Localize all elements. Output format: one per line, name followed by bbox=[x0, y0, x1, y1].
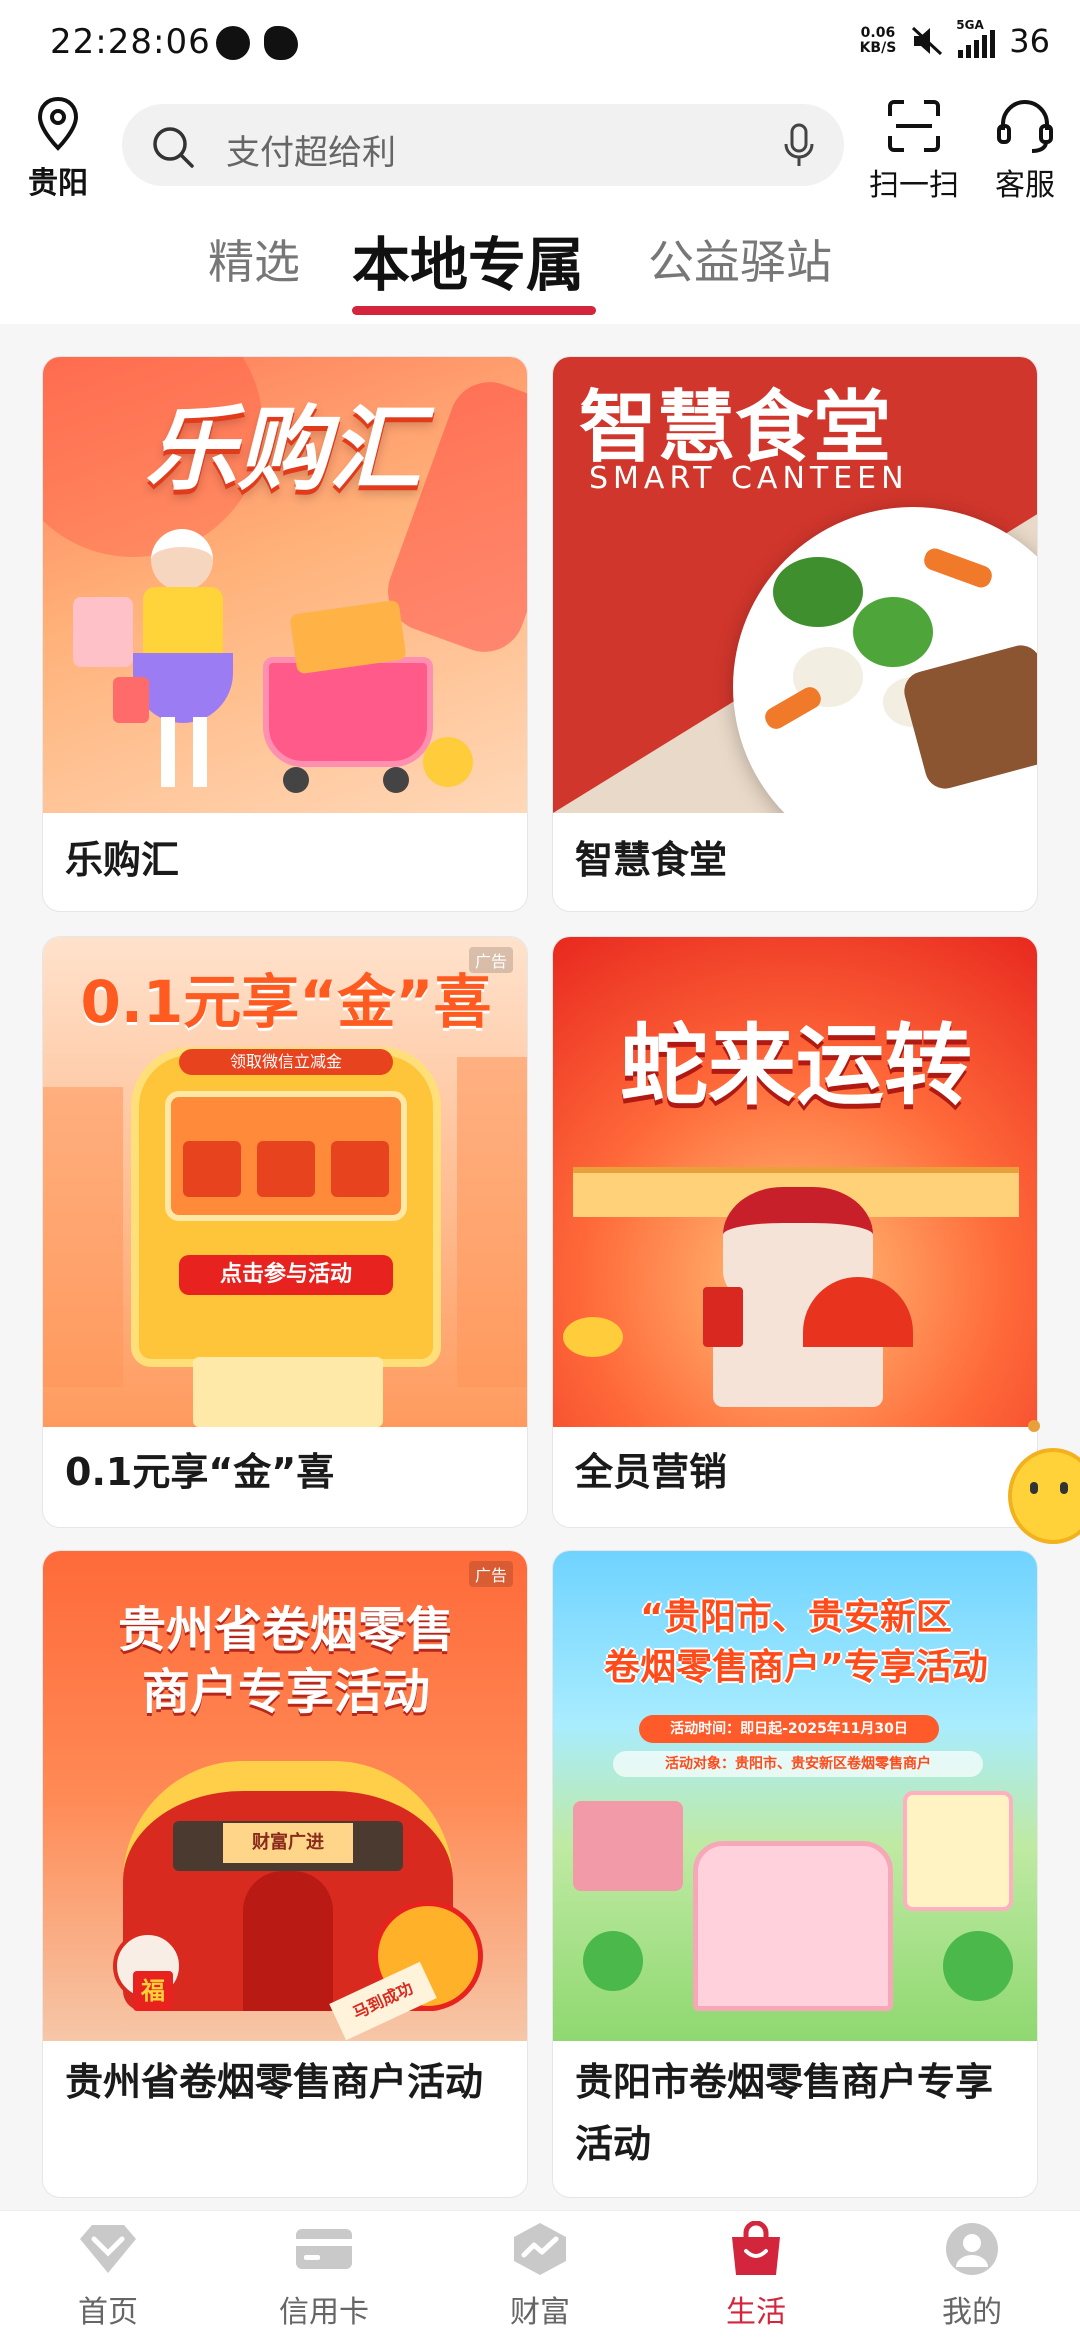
card-title: 全员营销 bbox=[575, 1450, 728, 1494]
nav-wealth[interactable]: 财富 bbox=[470, 2221, 610, 2331]
card-banner: 乐购汇 bbox=[43, 357, 527, 813]
headset-icon bbox=[997, 100, 1053, 153]
card-title: 0.1元享“金”喜 bbox=[65, 1450, 335, 1494]
banner-title: 蛇来运转 bbox=[619, 1014, 972, 1117]
top-header: 贵阳 支付超给利 扫一扫 客服 bbox=[0, 92, 1080, 214]
banner-subtitle: SMART CANTEEN bbox=[589, 461, 909, 496]
mute-icon bbox=[912, 26, 943, 56]
location-pin-icon bbox=[37, 96, 79, 151]
credit-card-icon bbox=[296, 2229, 352, 2269]
shopping-bag-icon bbox=[732, 2220, 780, 2275]
wealth-chart-icon bbox=[514, 2223, 566, 2275]
nav-profile[interactable]: 我的 bbox=[902, 2221, 1042, 2331]
machine-label: 领取微信立减金 bbox=[179, 1049, 393, 1075]
red-envelope-icon bbox=[703, 1287, 743, 1347]
tab-featured[interactable]: 精选 bbox=[208, 226, 300, 292]
card-title: 贵阳市卷烟零售商户专享活动 bbox=[575, 2060, 994, 2166]
service-label: 客服 bbox=[995, 168, 1055, 203]
battery-level: 36 bbox=[1009, 22, 1050, 60]
floating-mascot[interactable] bbox=[1008, 1420, 1080, 1560]
signal-icon: 5GA bbox=[956, 18, 996, 58]
status-bar: 22:28:06 0.06 KB/S 5GA 36 bbox=[0, 0, 1080, 92]
scan-button[interactable]: 扫一扫 bbox=[866, 98, 962, 204]
card-title: 乐购汇 bbox=[65, 838, 180, 882]
card-smart-canteen[interactable]: 智慧食堂 SMART CANTEEN 智慧食堂 bbox=[552, 356, 1038, 912]
card-banner: 蛇来运转 bbox=[553, 937, 1037, 1427]
diamond-home-icon bbox=[80, 2225, 136, 2273]
nav-home-label: 首页 bbox=[78, 2295, 138, 2330]
network-speed: 0.06 KB/S bbox=[859, 25, 897, 56]
category-tabs: 精选 本地专属 公益驿站 bbox=[0, 214, 1080, 324]
shopping-cart-icon bbox=[263, 657, 433, 767]
tab-public-welfare[interactable]: 公益驿站 bbox=[648, 226, 832, 292]
banner-title: 0.1元享“金”喜 bbox=[80, 968, 492, 1036]
card-banner: 广告 0.1元享“金”喜 领取微信立减金 点击参与活动 bbox=[43, 937, 527, 1427]
activity-time: 活动时间：即日起-2025年11月30日 bbox=[639, 1715, 939, 1743]
nav-wealth-label: 财富 bbox=[510, 2295, 570, 2330]
banner-title: 贵州省卷烟零售 商户专享活动 bbox=[117, 1602, 454, 1720]
active-tab-indicator bbox=[352, 306, 596, 315]
nav-home[interactable]: 首页 bbox=[38, 2221, 178, 2331]
nav-credit-card-label: 信用卡 bbox=[279, 2295, 369, 2330]
nav-profile-label: 我的 bbox=[942, 2295, 1002, 2330]
card-banner: 智慧食堂 SMART CANTEEN bbox=[553, 357, 1037, 813]
customer-service-button[interactable]: 客服 bbox=[982, 98, 1068, 204]
gift-icon bbox=[331, 1141, 389, 1197]
nav-life-label: 生活 bbox=[726, 2295, 786, 2330]
card-title: 智慧食堂 bbox=[575, 838, 728, 882]
card-guizhou-tobacco[interactable]: 广告 贵州省卷烟零售 商户专享活动 财富广进 福 马到成功 贵州省卷烟零售商户活… bbox=[42, 1550, 528, 2198]
microphone-icon[interactable] bbox=[782, 122, 816, 170]
search-icon bbox=[153, 127, 194, 168]
nav-life[interactable]: 生活 bbox=[686, 2220, 826, 2331]
search-placeholder: 支付超给利 bbox=[226, 133, 396, 173]
activity-target: 活动对象：贵阳市、贵安新区卷烟零售商户 bbox=[613, 1751, 983, 1777]
slot-machine: 领取微信立减金 点击参与活动 bbox=[131, 1047, 441, 1367]
fu-badge: 福 bbox=[133, 1971, 173, 2011]
search-bar[interactable]: 支付超给利 bbox=[122, 104, 844, 186]
card-guiyang-tobacco[interactable]: “贵阳市、贵安新区 卷烟零售商户”专享活动 活动时间：即日起-2025年11月3… bbox=[552, 1550, 1038, 2198]
scan-label: 扫一扫 bbox=[869, 168, 959, 203]
tab-local-exclusive[interactable]: 本地专属 bbox=[352, 218, 584, 302]
location-selector[interactable]: 贵阳 bbox=[22, 96, 94, 202]
status-time: 22:28:06 bbox=[50, 22, 211, 62]
user-avatar-icon bbox=[946, 2223, 998, 2275]
card-banner: 广告 贵州省卷烟零售 商户专享活动 财富广进 福 马到成功 bbox=[43, 1551, 527, 2041]
bottom-navigation: 首页 信用卡 财富 生活 我的 bbox=[0, 2210, 1080, 2340]
cloud-icon bbox=[264, 26, 298, 60]
gift-icon bbox=[257, 1141, 315, 1197]
scan-icon bbox=[888, 100, 940, 152]
gift-icon bbox=[183, 1141, 241, 1197]
card-gold-joy[interactable]: 广告 0.1元享“金”喜 领取微信立减金 点击参与活动 0.1元享“金”喜 bbox=[42, 936, 528, 1528]
card-all-staff-marketing[interactable]: 蛇来运转 全员营销 bbox=[552, 936, 1038, 1528]
machine-button: 点击参与活动 bbox=[179, 1255, 393, 1295]
ad-badge: 广告 bbox=[468, 1561, 513, 1587]
sign-text: 财富广进 bbox=[223, 1823, 353, 1863]
card-legouhui[interactable]: 乐购汇 乐购汇 bbox=[42, 356, 528, 912]
card-title: 贵州省卷烟零售商户活动 bbox=[65, 2060, 484, 2104]
nav-credit-card[interactable]: 信用卡 bbox=[254, 2221, 394, 2331]
banner-title: 乐购汇 bbox=[144, 396, 421, 503]
shop-building bbox=[693, 1841, 893, 2011]
location-label: 贵阳 bbox=[28, 166, 88, 201]
mascot-icon bbox=[1008, 1448, 1080, 1544]
banner-title: “贵阳市、贵安新区 卷烟零售商户”专享活动 bbox=[604, 1597, 988, 1688]
message-icon bbox=[216, 26, 250, 60]
card-banner: “贵阳市、贵安新区 卷烟零售商户”专享活动 活动时间：即日起-2025年11月3… bbox=[553, 1551, 1037, 2041]
